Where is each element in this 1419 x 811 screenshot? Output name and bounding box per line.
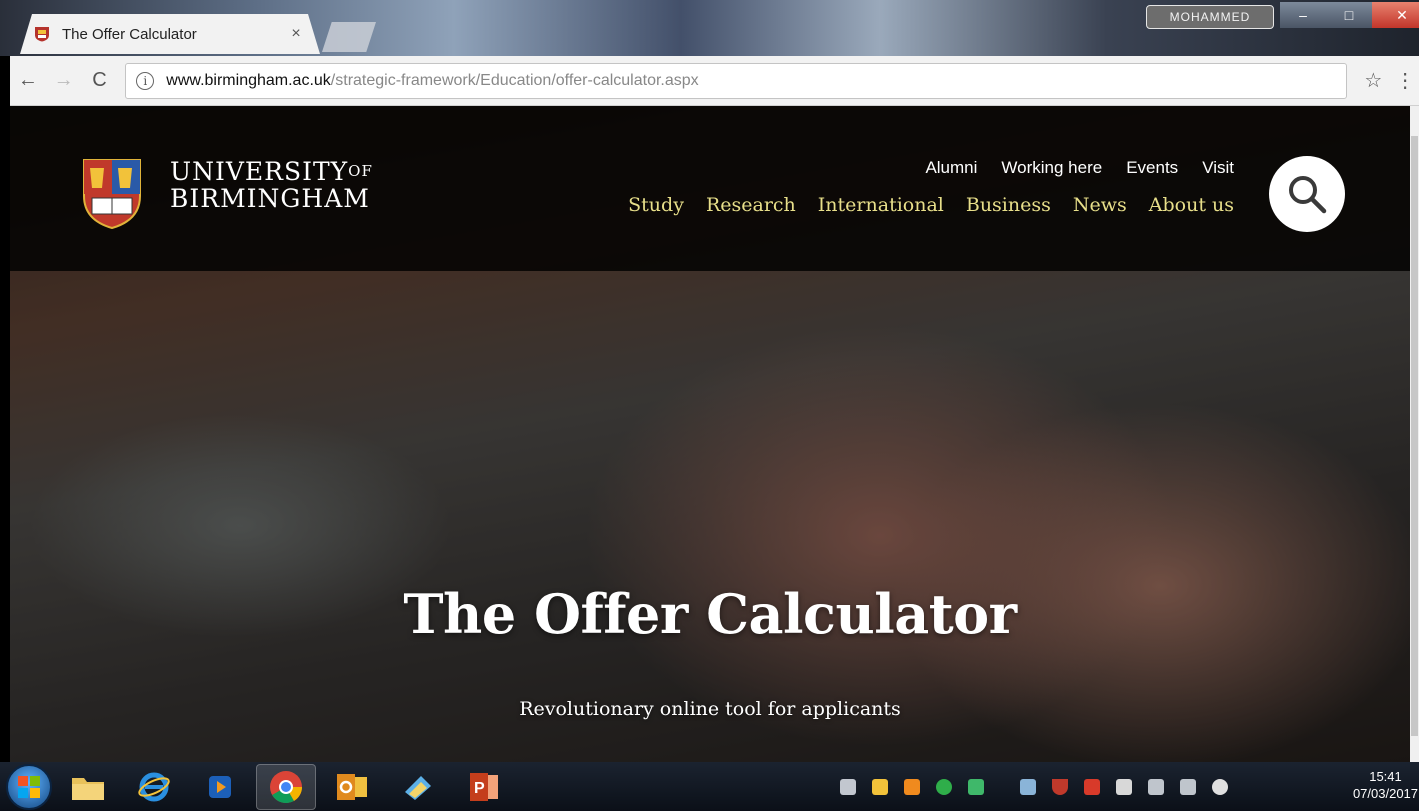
system-tray [840,762,1228,811]
tray-acrobat-icon[interactable] [1084,778,1100,795]
tray-display-icon[interactable] [1148,778,1164,795]
search-icon [1289,176,1327,214]
wordmark-line2: BIRMINGHAM [170,184,370,213]
university-crest-icon[interactable] [82,158,142,230]
clock-date: 07/03/2017 [1352,786,1419,801]
tab-title: The Offer Calculator [62,25,197,43]
taskbar-chrome[interactable] [256,763,316,810]
site-header: UNIVERSITYOF BIRMINGHAM Alumni Working h… [10,106,1410,271]
wordmark-of: OF [348,162,373,180]
browser-tabstrip: The Offer Calculator × MOHAMMED – □ ✕ [0,0,1419,56]
browser-tab[interactable]: The Offer Calculator × [20,14,320,54]
tab-close-icon[interactable]: × [286,25,306,43]
url-text: www.birmingham.ac.uk/strategic-framework… [166,72,698,90]
nav-link-research[interactable]: Research [706,194,796,216]
tray-battery-icon[interactable] [872,778,888,795]
tray-shield-icon[interactable] [1052,778,1068,795]
nav-link-study[interactable]: Study [628,194,684,216]
page-scrollbar[interactable] [1410,106,1419,762]
nav-link-international[interactable]: International [818,194,944,216]
taskbar-internet-explorer[interactable] [124,764,184,810]
minimize-button[interactable]: – [1280,2,1326,28]
maximize-button[interactable]: □ [1326,2,1372,28]
tray-office-icon[interactable] [904,778,920,795]
taskbar-snipping-tool[interactable] [388,764,448,810]
tray-wifi-icon[interactable] [1180,778,1196,795]
new-tab-button[interactable] [322,22,376,52]
tray-flag-icon[interactable] [1116,778,1132,795]
svg-text:P: P [474,780,485,797]
nav-link-events[interactable]: Events [1126,158,1178,178]
wordmark-line1: UNIVERSITY [170,157,349,186]
forward-button[interactable]: → [46,63,82,99]
web-page: UNIVERSITYOF BIRMINGHAM Alumni Working h… [10,106,1410,762]
url-domain: www.birmingham.ac.uk [166,71,331,89]
url-path: /strategic-framework/Education/offer-cal… [330,71,699,89]
hero-subtitle: Revolutionary online tool for applicants [519,698,901,720]
scrollbar-thumb[interactable] [1411,136,1418,736]
nav-link-visit[interactable]: Visit [1202,158,1234,178]
reload-button[interactable]: C [82,63,118,99]
start-button[interactable] [6,763,52,810]
main-nav: Study Research International Business Ne… [628,194,1234,216]
hero-title: The Offer Calculator [403,582,1017,646]
taskbar-file-explorer[interactable] [58,764,118,810]
bookmark-star-icon[interactable]: ☆ [1355,68,1391,93]
tray-update-icon[interactable] [968,778,984,795]
ie-icon [138,772,170,801]
nav-link-business[interactable]: Business [966,194,1051,216]
close-window-button[interactable]: ✕ [1372,2,1419,28]
taskbar-media-player[interactable] [190,764,250,810]
site-info-icon[interactable]: i [136,71,155,90]
taskbar-outlook[interactable] [322,764,382,810]
folder-icon [72,777,104,800]
browser-toolbar: ← → C i www.birmingham.ac.uk/strategic-f… [10,56,1419,106]
nav-link-alumni[interactable]: Alumni [925,158,977,178]
snipping-tool-icon [405,775,431,800]
nav-link-working-here[interactable]: Working here [1001,158,1102,178]
nav-link-news[interactable]: News [1073,194,1127,216]
windows-taskbar: P 15:41 07/03/2017 [0,762,1419,811]
utility-nav: Alumni Working here Events Visit [925,158,1234,178]
windows-logo-icon [18,775,40,798]
tray-volume-icon[interactable] [1212,778,1228,795]
taskbar-clock[interactable]: 15:41 07/03/2017 [1352,768,1419,802]
taskbar-powerpoint[interactable]: P [454,764,514,810]
address-bar[interactable]: i www.birmingham.ac.uk/strategic-framewo… [125,62,1348,99]
tray-network-tool-icon[interactable] [840,778,856,795]
profile-button[interactable]: MOHAMMED [1146,5,1274,29]
tray-sync-icon[interactable] [936,778,952,795]
uob-favicon-icon [35,27,49,42]
browser-menu-icon[interactable]: ⋮ [1391,68,1419,93]
media-player-icon [209,775,231,798]
outlook-icon [337,773,367,800]
back-button[interactable]: ← [10,63,46,99]
tray-network-icon[interactable] [1020,778,1036,795]
clock-time: 15:41 [1369,769,1402,784]
nav-link-about-us[interactable]: About us [1149,194,1234,216]
university-wordmark[interactable]: UNIVERSITYOF BIRMINGHAM [170,158,373,212]
powerpoint-icon: P [470,772,498,801]
chrome-icon [270,770,303,803]
window-controls: – □ ✕ [1280,2,1419,28]
site-search-button[interactable] [1269,156,1345,232]
